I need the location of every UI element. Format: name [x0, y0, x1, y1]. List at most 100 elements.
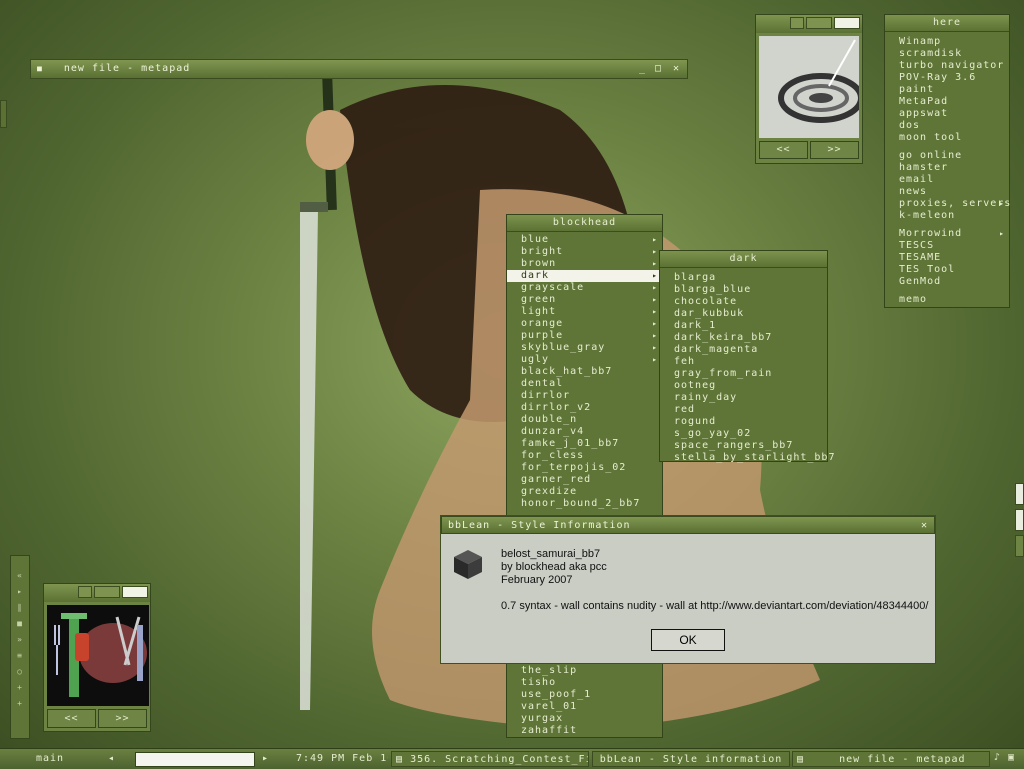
pager-bottom-button-2[interactable] [94, 586, 120, 598]
here-item-tesame[interactable]: TESAME [885, 252, 1009, 264]
submenu-item-blarga[interactable]: blarga [660, 272, 827, 284]
toolbar-button-7[interactable]: + [11, 680, 29, 696]
workspace-next-button[interactable]: ▸ [258, 751, 274, 767]
menu-item-honor-bound-2-bb7[interactable]: honor_bound_2_bb7 [507, 498, 662, 510]
dialog-titlebar[interactable]: bbLean - Style Information ✕ [441, 516, 935, 534]
submenu-item-dark-1[interactable]: dark_1 [660, 320, 827, 332]
workspace-label[interactable]: main [2, 751, 98, 767]
maximize-button[interactable]: □ [655, 60, 662, 78]
submenu-item-dark-magenta[interactable]: dark_magenta [660, 344, 827, 356]
minimize-button[interactable]: _ [639, 60, 646, 78]
menu-item-brown[interactable]: brown [507, 258, 662, 270]
tray-network-icon[interactable]: ▣ [1008, 752, 1020, 765]
menu-item-light[interactable]: light [507, 306, 662, 318]
menu-item-blue[interactable]: blue [507, 234, 662, 246]
right-edge-tab-3[interactable] [1015, 535, 1024, 557]
close-button[interactable]: ✕ [673, 60, 680, 78]
menu-item-dark[interactable]: dark [507, 270, 662, 282]
here-item-appswat[interactable]: appswat [885, 108, 1009, 120]
menu-item-yurgax[interactable]: yurgax [507, 713, 662, 725]
taskbar-input[interactable] [135, 752, 255, 767]
right-edge-tab-2[interactable] [1015, 509, 1024, 531]
pager-bottom-button-3[interactable] [122, 586, 148, 598]
menu-item-dirrlor-v2[interactable]: dirrlor_v2 [507, 402, 662, 414]
menu-item-for-cless[interactable]: for_cless [507, 450, 662, 462]
submenu-item-s-go-yay-02[interactable]: s_go_yay_02 [660, 428, 827, 440]
submenu-item-dark-keira-bb7[interactable]: dark_keira_bb7 [660, 332, 827, 344]
here-item-metapad[interactable]: MetaPad [885, 96, 1009, 108]
here-item-k-meleon[interactable]: k-meleon [885, 210, 1009, 222]
pager-bottom-button-1[interactable] [78, 586, 92, 598]
here-item-news[interactable]: news [885, 186, 1009, 198]
thumb-pager-bottom-titlebar[interactable] [44, 584, 150, 602]
menu-item-orange[interactable]: orange [507, 318, 662, 330]
submenu-item-stella-by-starlight-bb7[interactable]: stella_by_starlight_bb7 [660, 452, 834, 464]
thumb-pager-titlebar[interactable] [756, 15, 862, 33]
submenu-item-dar-kubbuk[interactable]: dar_kubbuk [660, 308, 827, 320]
here-item-paint[interactable]: paint [885, 84, 1009, 96]
thumb-bottom-next-button[interactable]: >> [98, 709, 147, 728]
menu-item-for-terpojis-02[interactable]: for_terpojis_02 [507, 462, 662, 474]
menu-item-tisho[interactable]: tisho [507, 677, 662, 689]
task-button-metapad[interactable]: ▤ new file - metapad [792, 751, 990, 767]
here-item-memo[interactable]: memo [885, 294, 1009, 306]
right-edge-tab-1[interactable] [1015, 483, 1024, 505]
menu-item-purple[interactable]: purple [507, 330, 662, 342]
tray-speaker-icon[interactable]: ♪ [994, 752, 1006, 765]
here-item-proxies-servers[interactable]: proxies, servers [885, 198, 1010, 210]
here-item-genmod[interactable]: GenMod [885, 276, 1009, 288]
workspace-prev-button[interactable]: ◂ [104, 751, 120, 767]
here-item-pov-ray-3-6[interactable]: POV-Ray 3.6 [885, 72, 1009, 84]
toolbar-button-2[interactable]: ∥ [11, 600, 29, 616]
menu-item-bright[interactable]: bright [507, 246, 662, 258]
toolbar-button-3[interactable]: ■ [11, 616, 29, 632]
pager-button-2[interactable] [806, 17, 832, 29]
menu-item-use-poof-1[interactable]: use_poof_1 [507, 689, 662, 701]
thumb-next-button[interactable]: >> [810, 141, 859, 159]
pager-button-3[interactable] [834, 17, 860, 29]
workspace-thumbnail[interactable] [759, 36, 859, 138]
here-item-hamster[interactable]: hamster [885, 162, 1009, 174]
kitchen-picture[interactable] [47, 605, 149, 706]
metapad-titlebar[interactable]: ■ new file - metapad _ □ ✕ [30, 59, 688, 79]
toolbar-button-1[interactable]: ▸ [11, 584, 29, 600]
here-item-dos[interactable]: dos [885, 120, 1009, 132]
here-item-morrowind[interactable]: Morrowind [885, 228, 1009, 240]
menu-item-green[interactable]: green [507, 294, 662, 306]
menu-item-grexdize[interactable]: grexdize [507, 486, 662, 498]
menu-item-ugly[interactable]: ugly [507, 354, 662, 366]
metapad-window[interactable]: ■ new file - metapad _ □ ✕ [30, 59, 688, 79]
submenu-item-rogund[interactable]: rogund [660, 416, 827, 428]
submenu-item-blarga-blue[interactable]: blarga_blue [660, 284, 827, 296]
menu-item-skyblue-gray[interactable]: skyblue_gray [507, 342, 662, 354]
here-item-email[interactable]: email [885, 174, 1009, 186]
menu-item-dental[interactable]: dental [507, 378, 662, 390]
ok-button[interactable]: OK [651, 629, 725, 651]
task-button-style-info[interactable]: bbLean - Style information [592, 751, 790, 767]
menu-item-double-n[interactable]: double_n [507, 414, 662, 426]
submenu-item-chocolate[interactable]: chocolate [660, 296, 827, 308]
toolbar-button-8[interactable]: + [11, 696, 29, 712]
toolbar-button-0[interactable]: « [11, 568, 29, 584]
thumb-bottom-prev-button[interactable]: << [47, 709, 96, 728]
here-item-winamp[interactable]: Winamp [885, 36, 1009, 48]
menu-item-zahaffit[interactable]: zahaffit [507, 725, 662, 737]
here-item-moon-tool[interactable]: moon tool [885, 132, 1009, 144]
menu-item-varel-01[interactable]: varel_01 [507, 701, 662, 713]
here-item-tescs[interactable]: TESCS [885, 240, 1009, 252]
menu-item-garner-red[interactable]: garner_red [507, 474, 662, 486]
submenu-item-ootneg[interactable]: ootneg [660, 380, 827, 392]
here-item-go-online[interactable]: go online [885, 150, 1009, 162]
submenu-item-gray-from-rain[interactable]: gray_from_rain [660, 368, 827, 380]
here-item-tes-tool[interactable]: TES Tool [885, 264, 1009, 276]
dialog-close-button[interactable]: ✕ [921, 517, 928, 535]
toolbar-button-6[interactable]: ○ [11, 664, 29, 680]
thumb-prev-button[interactable]: << [759, 141, 808, 159]
submenu-item-rainy-day[interactable]: rainy_day [660, 392, 827, 404]
toolbar-button-5[interactable]: ≡ [11, 648, 29, 664]
menu-item-dunzar-v4[interactable]: dunzar_v4 [507, 426, 662, 438]
menu-item-grayscale[interactable]: grayscale [507, 282, 662, 294]
here-item-turbo-navigator[interactable]: turbo navigator [885, 60, 1009, 72]
menu-item-black-hat-bb7[interactable]: black_hat_bb7 [507, 366, 662, 378]
task-button-scratching[interactable]: ▤ 356. Scratching_Contest_Fin... [391, 751, 589, 767]
